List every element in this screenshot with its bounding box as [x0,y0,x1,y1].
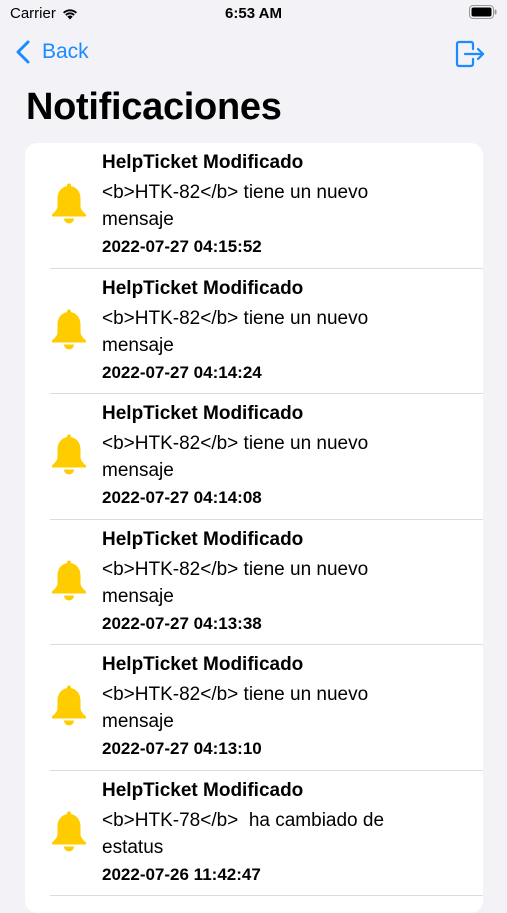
notification-title: HelpTicket Modificado [102,403,304,424]
notification-title: HelpTicket Modificado [102,654,304,675]
notification-date: 2022-07-27 04:15:52 [102,237,262,256]
notification-content: HelpTicket Modificado <b>HTK-82</b> tien… [102,653,462,761]
back-button[interactable]: Back [16,40,89,64]
back-label: Back [42,40,89,63]
notification-row[interactable]: HelpTicket Modificado <b>HTK-82</b> tien… [25,269,483,395]
notification-list[interactable]: HelpTicket Modificado <b>HTK-82</b> tien… [25,143,483,913]
status-bar: Carrier 6:53 AM [0,0,507,30]
notification-content: HelpTicket Modificado <b>HTK-82</b> tien… [102,277,462,385]
notification-title: HelpTicket Modificado [102,779,304,801]
notification-content: HelpTicket Modificado <b>HTK-82</b> tien… [102,402,462,510]
notification-message: <b>HTK-82</b> tiene un nuevo mensaje [102,307,374,356]
bell-icon [49,560,89,602]
bell-icon [49,434,89,476]
page-title: Notificaciones [26,86,282,128]
bell-icon [49,685,89,727]
notification-row[interactable]: HelpTicket Modificado <b>HTK-78</b> ha c… [25,771,483,897]
notification-message: <b>HTK-82</b> tiene un nuevo mensaje [102,433,374,481]
notification-row[interactable]: HelpTicket Modificado <b>HTK-82</b> tien… [25,143,483,269]
notification-date: 2022-07-27 04:13:10 [102,739,262,758]
logout-button[interactable] [453,38,485,70]
notification-message: <b>HTK-82</b> tiene un nuevo mensaje [102,684,374,732]
logout-icon [455,40,485,68]
status-time: 6:53 AM [225,5,282,22]
notification-title: HelpTicket Modificado [102,152,304,173]
notification-date: 2022-07-26 11:42:47 [102,864,261,884]
notification-date: 2022-07-27 04:14:08 [102,488,262,507]
bell-icon [49,309,89,351]
battery-icon [469,5,497,19]
bell-icon [49,811,89,853]
notification-row[interactable]: HelpTicket Modificado <b>HTK-82</b> tien… [25,520,483,646]
notification-message: <b>HTK-82</b> tiene un nuevo mensaje [102,558,374,607]
notification-title: HelpTicket Modificado [102,277,304,299]
notification-date: 2022-07-27 04:14:24 [102,362,262,382]
notification-row[interactable]: HelpTicket Modificado <b>HTK-82</b> tien… [25,645,483,771]
notification-date: 2022-07-27 04:13:38 [102,613,262,633]
notification-message: <b>HTK-78</b> ha cambiado de estatus [102,809,390,858]
notification-title: HelpTicket Modificado [102,528,304,550]
chevron-left-icon [16,40,30,64]
notification-content: HelpTicket Modificado <b>HTK-82</b> tien… [102,528,462,636]
notification-row[interactable]: HelpTicket Modificado <b>HTK-82</b> tien… [25,394,483,520]
navigation-bar: Back [0,30,507,76]
bell-icon [49,183,89,225]
notification-content: HelpTicket Modificado <b>HTK-82</b> tien… [102,151,462,259]
notification-message: <b>HTK-82</b> tiene un nuevo mensaje [102,182,374,230]
notification-content: HelpTicket Modificado <b>HTK-78</b> ha c… [102,779,462,887]
